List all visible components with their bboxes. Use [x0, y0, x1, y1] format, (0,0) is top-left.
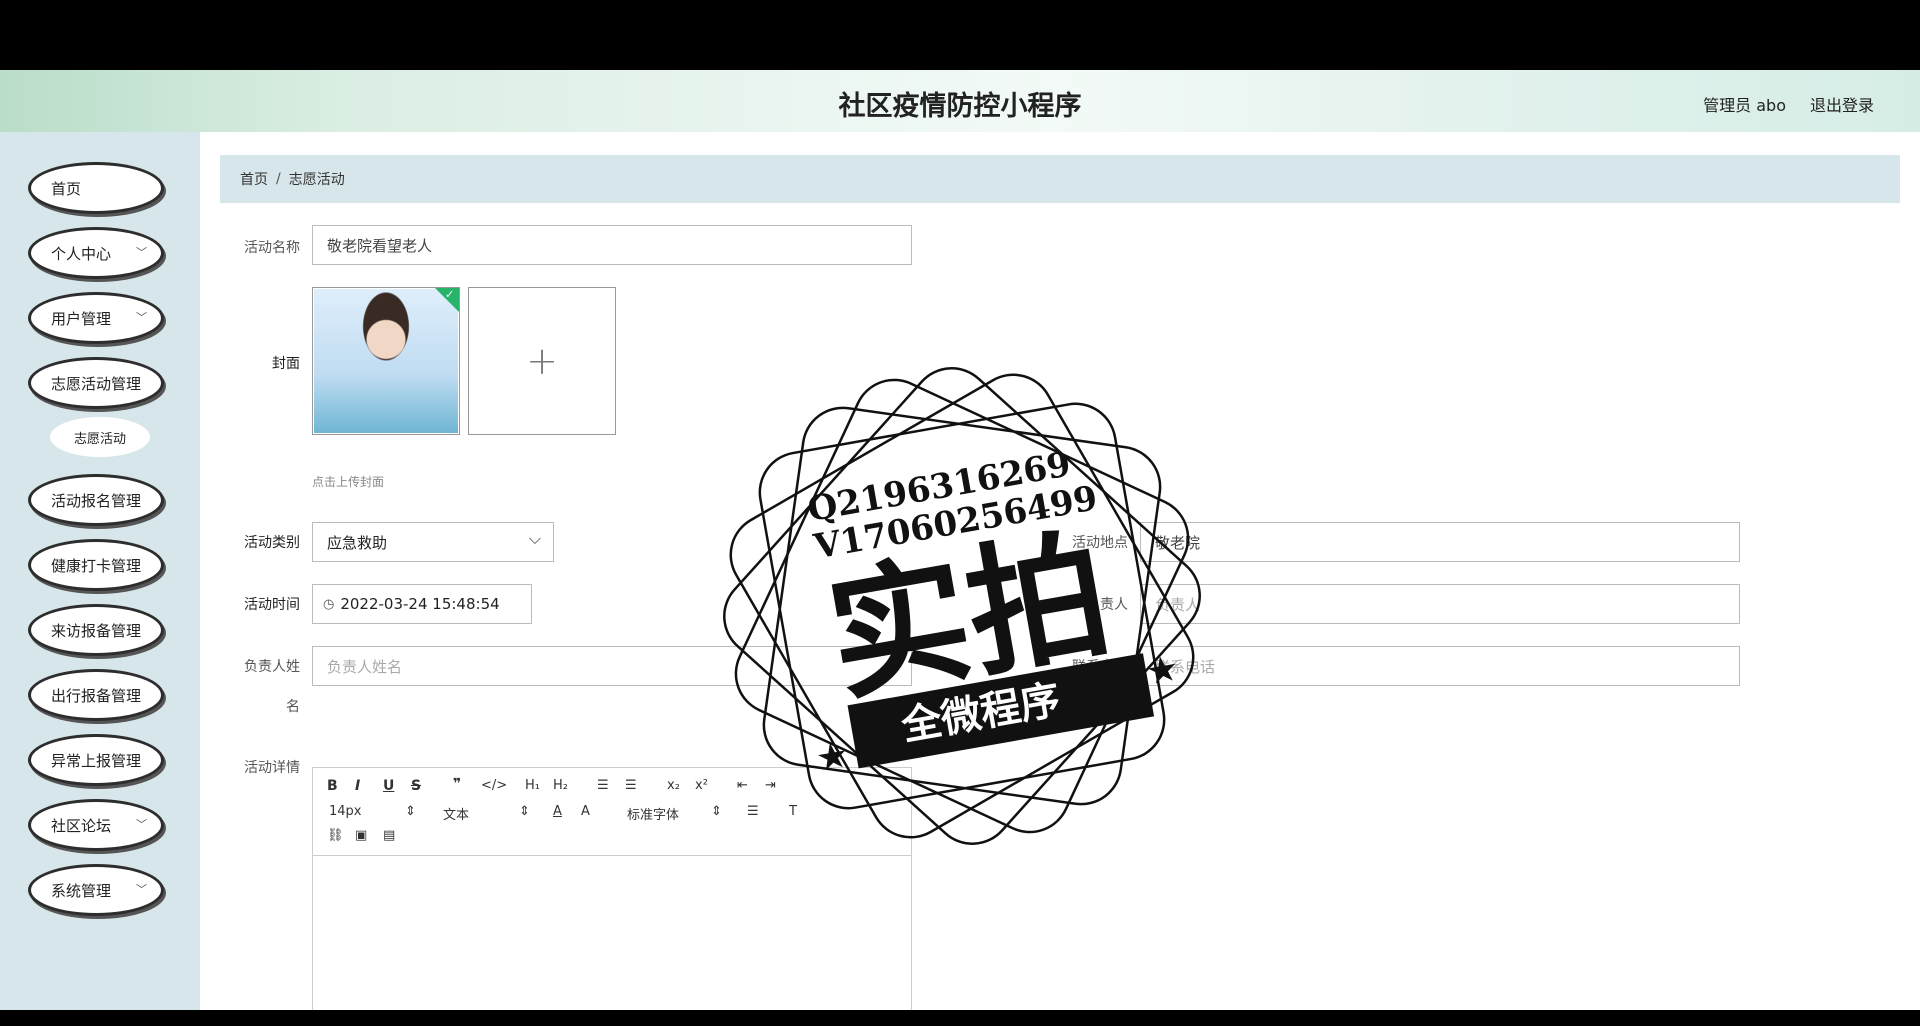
sidebar-item-abnormal[interactable]: 异常上报管理 — [28, 734, 164, 786]
sidebar-item-health[interactable]: 健康打卡管理 — [28, 539, 164, 591]
breadcrumb-current: 志愿活动 — [288, 172, 345, 188]
rich-text-editor[interactable]: B I U S ❞ </> H₁ H₂ ☰ ☰ x₂ x² ⇤ ⇥ 14px ⇕… — [312, 767, 912, 1010]
location-label: 活动地点 — [1072, 535, 1128, 551]
owner-name-input[interactable]: 负责人姓名 — [312, 646, 912, 686]
main-content: 首页 / 志愿活动 活动名称 敬老院看望老人 封面 ✓ + 点击上传封面 活动类… — [200, 132, 1920, 1010]
check-icon: ✓ — [435, 288, 459, 312]
detail-label: 活动详情 — [244, 760, 300, 776]
time-value: 2022-03-24 15:48:54 — [340, 595, 500, 613]
video-icon[interactable]: ▤ — [383, 828, 395, 843]
align-icon[interactable]: ☰ — [747, 804, 759, 819]
admin-user[interactable]: 管理员 abo — [1703, 92, 1786, 116]
sidebar-item-forum[interactable]: 社区论坛 ﹀ — [28, 799, 164, 851]
font-color-icon[interactable]: A — [553, 804, 562, 819]
font-size-select[interactable]: 14px — [329, 804, 362, 819]
font-family-select[interactable]: 标准字体 — [627, 804, 679, 823]
owner-name-label: 负责人姓 — [244, 659, 300, 675]
ordered-list-icon[interactable]: ☰ — [597, 778, 609, 793]
indent-icon[interactable]: ⇥ — [765, 778, 776, 793]
link-icon[interactable]: ⛓ — [327, 828, 344, 843]
owner-label: 负责人 — [1086, 597, 1128, 613]
sidebar-item-label: 个人中心 — [51, 244, 112, 263]
time-picker[interactable]: ◷ 2022-03-24 15:48:54 — [312, 584, 532, 624]
italic-icon[interactable]: I — [355, 778, 360, 794]
clear-format-icon[interactable]: T — [789, 804, 797, 819]
sidebar-item-label: 社区论坛 — [51, 816, 112, 835]
app-title: 社区疫情防控小程序 — [838, 91, 1082, 122]
strike-icon[interactable]: S — [411, 778, 421, 794]
sidebar-subitem-volunteer-activity[interactable]: 志愿活动 — [50, 417, 150, 457]
chevron-down-icon: ﹀ — [136, 883, 147, 896]
sidebar-item-signup[interactable]: 活动报名管理 — [28, 474, 164, 526]
bold-icon[interactable]: B — [327, 778, 338, 794]
sidebar-item-travel[interactable]: 出行报备管理 — [28, 669, 164, 721]
category-label: 活动类别 — [244, 535, 300, 551]
upload-button[interactable]: + — [468, 287, 616, 435]
sidebar-item-label: 志愿活动管理 — [51, 374, 142, 393]
header1-icon[interactable]: H₁ — [525, 778, 540, 793]
background-color-icon[interactable]: A — [581, 804, 590, 819]
owner-name-label-cont: 名 — [286, 699, 300, 715]
activity-name-label: 活动名称 — [244, 240, 300, 256]
app-window: 社区疫情防控小程序 管理员 abo 退出登录 首页 个人中心 ﹀ 用户管理 ﹀ 志愿… — [0, 70, 1920, 1010]
cover-label: 封面 — [272, 356, 300, 372]
sidebar-item-system[interactable]: 系统管理 ﹀ — [28, 864, 164, 916]
quote-icon[interactable]: ❞ — [453, 776, 461, 792]
chevron-updown-icon: ⇕ — [519, 804, 530, 819]
chevron-updown-icon: ⇕ — [711, 804, 722, 819]
sidebar-item-label: 出行报备管理 — [51, 686, 142, 705]
sidebar-item-label: 系统管理 — [51, 881, 112, 900]
code-icon[interactable]: </> — [481, 778, 507, 793]
sidebar-item-label: 健康打卡管理 — [51, 556, 142, 575]
plus-icon: + — [526, 339, 558, 383]
sidebar-item-visit[interactable]: 来访报备管理 — [28, 604, 164, 656]
chevron-updown-icon: ⇕ — [405, 804, 416, 819]
location-input[interactable]: 敬老院 — [1140, 522, 1740, 562]
category-select[interactable]: 应急救助 ⌵ — [312, 522, 554, 562]
chevron-down-icon: ⌵ — [528, 529, 541, 548]
activity-name-input[interactable]: 敬老院看望老人 — [312, 225, 912, 265]
chevron-down-icon: ﹀ — [136, 246, 147, 259]
sidebar-item-users[interactable]: 用户管理 ﹀ — [28, 292, 164, 344]
subscript-icon[interactable]: x₂ — [667, 778, 680, 793]
sidebar: 首页 个人中心 ﹀ 用户管理 ﹀ 志愿活动管理 志愿活动 活动报名管理 健康打卡管理… — [0, 132, 200, 1010]
image-icon[interactable]: ▣ — [355, 828, 367, 843]
editor-toolbar: B I U S ❞ </> H₁ H₂ ☰ ☰ x₂ x² ⇤ ⇥ 14px ⇕… — [313, 768, 911, 856]
clock-icon: ◷ — [323, 596, 335, 612]
category-value: 应急救助 — [327, 533, 388, 552]
outdent-icon[interactable]: ⇤ — [737, 778, 748, 793]
sidebar-item-label: 首页 — [51, 179, 82, 198]
superscript-icon[interactable]: x² — [695, 778, 708, 793]
cover-hint: 点击上传封面 — [312, 475, 385, 489]
sidebar-item-label: 活动报名管理 — [51, 491, 142, 510]
time-label: 活动时间 — [244, 597, 300, 613]
owner-input[interactable]: 负责人 — [1140, 584, 1740, 624]
logout-button[interactable]: 退出登录 — [1810, 92, 1874, 116]
chevron-down-icon: ﹀ — [136, 818, 147, 831]
chevron-down-icon: ﹀ — [136, 311, 147, 324]
sidebar-item-personal[interactable]: 个人中心 ﹀ — [28, 227, 164, 279]
breadcrumb-separator: / — [276, 171, 281, 187]
sidebar-item-home[interactable]: 首页 — [28, 162, 164, 214]
breadcrumb: 首页 / 志愿活动 — [220, 155, 1900, 203]
bullet-list-icon[interactable]: ☰ — [625, 778, 637, 793]
text-type-select[interactable]: 文本 — [443, 804, 469, 823]
phone-label: 联系电话 — [1072, 659, 1128, 675]
breadcrumb-home[interactable]: 首页 — [240, 169, 268, 189]
header: 社区疫情防控小程序 管理员 abo 退出登录 — [0, 70, 1920, 132]
sidebar-item-label: 异常上报管理 — [51, 751, 142, 770]
sidebar-item-volunteer[interactable]: 志愿活动管理 — [28, 357, 164, 409]
header2-icon[interactable]: H₂ — [553, 778, 568, 793]
underline-icon[interactable]: U — [383, 778, 394, 794]
cover-image[interactable]: ✓ — [312, 287, 460, 435]
sidebar-item-label: 用户管理 — [51, 309, 112, 328]
sidebar-item-label: 来访报备管理 — [51, 621, 142, 640]
phone-input[interactable]: 联系电话 — [1140, 646, 1740, 686]
